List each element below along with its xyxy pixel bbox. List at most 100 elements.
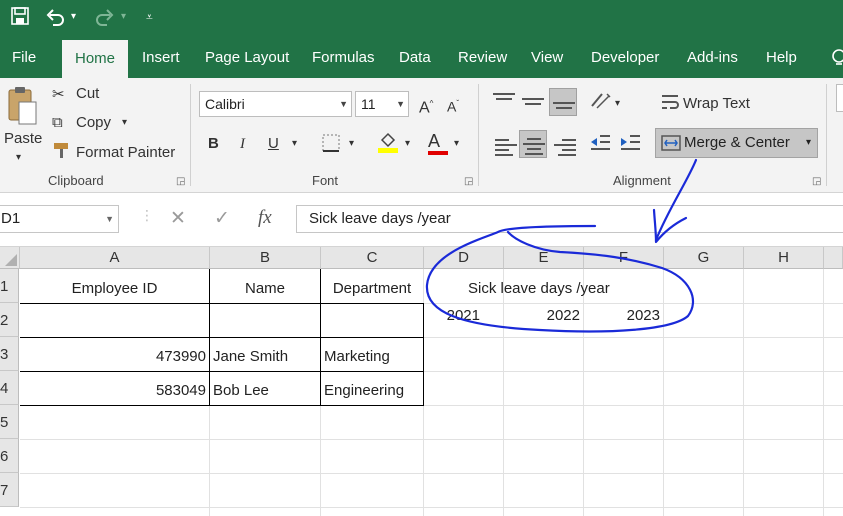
merge-center-label: Merge & Center [684, 134, 790, 151]
column-header-h[interactable]: H [744, 247, 824, 269]
column-header-g[interactable]: G [664, 247, 744, 269]
row-header-3[interactable]: 3 [0, 337, 19, 371]
column-header-a[interactable]: A [20, 247, 210, 269]
cell-b4[interactable]: Bob Lee [210, 371, 320, 405]
align-center-icon[interactable] [519, 130, 547, 158]
wrap-text-icon[interactable] [660, 92, 680, 116]
align-right-icon[interactable] [554, 136, 576, 159]
bold-button[interactable]: B [208, 132, 219, 156]
bottom-align-icon[interactable] [549, 88, 577, 116]
shrink-font-letter: A [447, 98, 457, 115]
column-header-f[interactable]: F [584, 247, 664, 269]
undo-dropdown-icon[interactable]: ▾ [71, 6, 76, 28]
undo-icon[interactable] [44, 6, 66, 28]
top-align-icon[interactable] [493, 90, 515, 103]
paste-button[interactable]: Paste [4, 127, 42, 151]
paste-icon[interactable] [6, 86, 38, 126]
tab-add-ins[interactable]: Add-ins [675, 36, 750, 78]
formula-input[interactable]: Sick leave days /year [296, 205, 843, 233]
merge-center-button[interactable]: Merge & Center ▾ [655, 128, 818, 158]
insert-function-icon[interactable]: fx [258, 207, 272, 229]
copy-button[interactable]: Copy [76, 111, 111, 135]
font-name-select[interactable]: Calibri ▼ [199, 91, 352, 117]
redo-dropdown-icon[interactable]: ▾ [121, 6, 126, 28]
column-header-i[interactable] [824, 247, 843, 269]
align-left-icon[interactable] [495, 136, 517, 159]
customize-toolbar-icon[interactable]: ⩡ [146, 6, 153, 28]
fill-color-icon[interactable] [377, 130, 399, 154]
copy-dropdown-icon[interactable]: ▾ [122, 111, 127, 135]
borders-icon[interactable] [322, 134, 340, 158]
cell-a1[interactable]: Employee ID [20, 269, 209, 303]
row-header-1[interactable]: 1 [0, 269, 19, 303]
column-header-c[interactable]: C [321, 247, 424, 269]
row-header-4[interactable]: 4 [0, 371, 19, 405]
font-size-select[interactable]: 11 ▼ [355, 91, 409, 117]
middle-align-icon[interactable] [522, 95, 544, 108]
underline-button[interactable]: U [268, 132, 279, 156]
cell-f2[interactable]: 2023 [584, 303, 663, 337]
confirm-edit-icon[interactable]: ✓ [214, 207, 230, 230]
grow-font-icon[interactable]: A^ [419, 92, 433, 116]
number-format-select[interactable] [836, 84, 843, 112]
orientation-dropdown-icon[interactable]: ▾ [615, 92, 620, 116]
select-all-corner[interactable] [0, 247, 20, 269]
tab-home[interactable]: Home [62, 40, 128, 78]
cell-a3[interactable]: 473990 [20, 337, 209, 371]
font-dialog-launcher-icon[interactable]: ◲ [464, 176, 473, 187]
tab-formulas[interactable]: Formulas [300, 36, 387, 78]
increase-indent-icon[interactable] [619, 132, 641, 156]
tab-review[interactable]: Review [446, 36, 519, 78]
paste-dropdown-icon[interactable]: ▾ [16, 146, 21, 170]
shrink-font-icon[interactable]: Aˇ [447, 92, 459, 116]
format-painter-icon[interactable] [52, 141, 72, 165]
tab-file[interactable]: File [0, 36, 48, 78]
column-header-d[interactable]: D [424, 247, 504, 269]
row-header-5[interactable]: 5 [0, 405, 19, 439]
cell-e2[interactable]: 2022 [504, 303, 583, 337]
cell-a4[interactable]: 583049 [20, 371, 209, 405]
cell-d1[interactable]: Sick leave days /year [465, 269, 645, 303]
borders-dropdown-icon[interactable]: ▾ [349, 132, 354, 156]
tab-data[interactable]: Data [387, 36, 443, 78]
cell-d2[interactable]: 2021 [424, 303, 483, 337]
drag-handle-icon[interactable]: ⋮ [140, 207, 154, 224]
row-header-6[interactable]: 6 [0, 439, 19, 473]
alignment-dialog-launcher-icon[interactable]: ◲ [812, 176, 821, 187]
tab-view[interactable]: View [519, 36, 575, 78]
save-icon[interactable] [10, 6, 30, 28]
tab-developer[interactable]: Developer [579, 36, 671, 78]
cell-c1[interactable]: Department [321, 269, 423, 303]
wrap-text-button[interactable]: Wrap Text [683, 92, 750, 116]
cell-c4[interactable]: Engineering [321, 371, 423, 405]
name-box[interactable]: D1 ▼ [0, 205, 119, 233]
merge-center-dropdown-icon[interactable]: ▾ [806, 129, 811, 157]
row-header-7[interactable]: 7 [0, 473, 19, 507]
cut-icon[interactable]: ✂ [52, 83, 65, 107]
cell-b1[interactable]: Name [210, 269, 320, 303]
underline-dropdown-icon[interactable]: ▾ [292, 132, 297, 156]
clipboard-dialog-launcher-icon[interactable]: ◲ [176, 176, 185, 187]
cancel-edit-icon[interactable]: ✕ [170, 207, 186, 230]
orientation-icon[interactable] [589, 90, 613, 114]
font-color-icon[interactable]: A [428, 128, 448, 155]
decrease-indent-icon[interactable] [589, 132, 611, 156]
redo-icon[interactable] [94, 6, 116, 28]
copy-icon[interactable]: ⧉ [52, 111, 63, 135]
tab-page-layout[interactable]: Page Layout [193, 36, 301, 78]
worksheet-grid[interactable]: A B C D E F G H 1 2 3 4 5 6 7 Employee I… [0, 247, 843, 516]
gridline [20, 507, 843, 508]
row-header-2[interactable]: 2 [0, 303, 19, 337]
cut-button[interactable]: Cut [76, 82, 99, 106]
cell-b3[interactable]: Jane Smith [210, 337, 320, 371]
format-painter-button[interactable]: Format Painter [76, 141, 175, 165]
italic-button[interactable]: I [240, 132, 245, 156]
cell-c3[interactable]: Marketing [321, 337, 423, 371]
fill-color-dropdown-icon[interactable]: ▾ [405, 132, 410, 156]
tab-insert[interactable]: Insert [130, 36, 192, 78]
lightbulb-icon[interactable] [818, 36, 843, 78]
font-color-dropdown-icon[interactable]: ▾ [454, 132, 459, 156]
tab-help[interactable]: Help [754, 36, 809, 78]
column-header-e[interactable]: E [504, 247, 584, 269]
column-header-b[interactable]: B [210, 247, 321, 269]
